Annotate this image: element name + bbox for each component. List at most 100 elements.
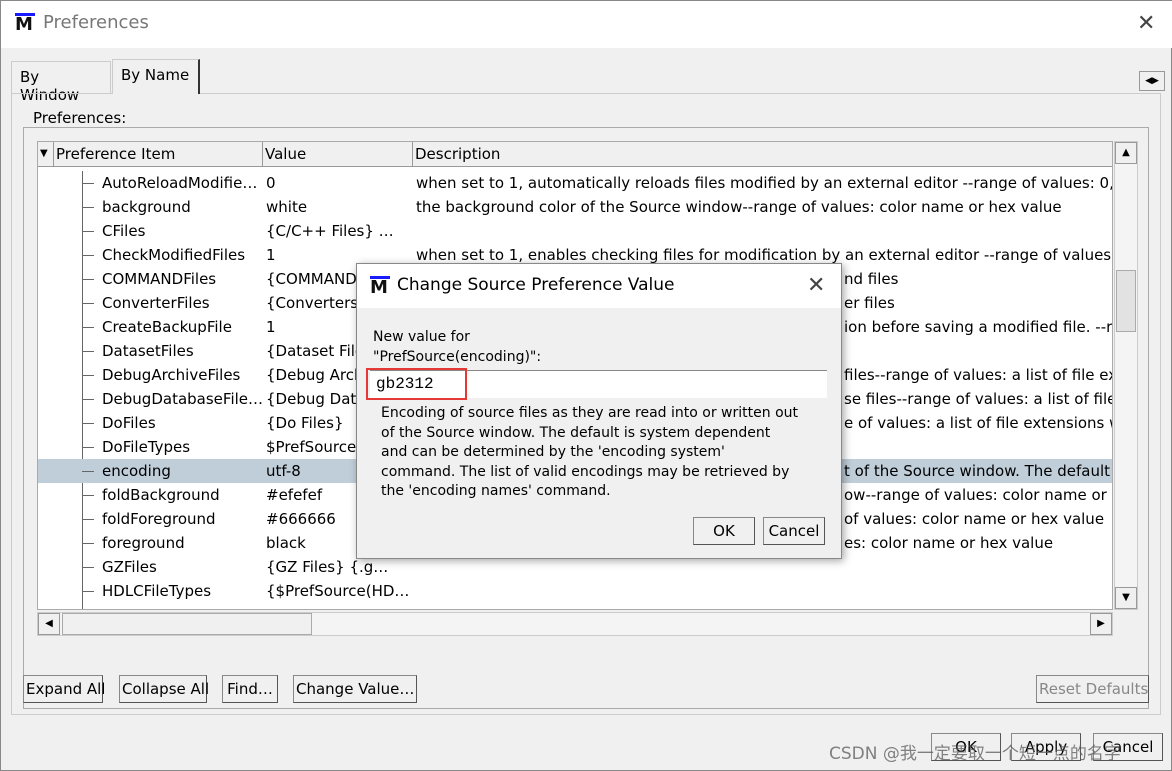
dialog-ok-button[interactable]: OK: [693, 517, 755, 545]
pref-description: when set to 1, automatically reloads fil…: [416, 174, 1113, 192]
pref-item-name: encoding: [102, 462, 171, 480]
pref-item-name: DebugArchiveFiles: [102, 366, 241, 384]
tree-branch: [82, 327, 94, 328]
pref-item-name: DoFiles: [102, 414, 156, 432]
tree-branch: [82, 279, 94, 280]
change-value-button[interactable]: Change Value…: [293, 675, 417, 703]
new-value-label: New value for: [373, 329, 470, 345]
pref-item-name: CFiles: [102, 222, 146, 240]
pref-item-name: foreground: [102, 534, 185, 552]
close-icon[interactable]: ✕: [1137, 11, 1155, 36]
pref-value: {$PrefSource(HD…: [266, 582, 410, 600]
table-row[interactable]: HDLCFileTypes {$PrefSource(HD…: [38, 579, 1112, 603]
pref-value: {Do Files}: [266, 414, 344, 432]
tree-branch: [82, 543, 94, 544]
tree-branch: [82, 255, 94, 256]
pref-value: {Debug Data: [266, 390, 366, 408]
scroll-up-icon[interactable]: ▲: [1115, 142, 1137, 164]
dialog-title: Change Source Preference Value: [397, 275, 675, 295]
collapse-all-button[interactable]: Collapse All: [119, 675, 209, 703]
pref-item-name: HDLCFileTypes: [102, 582, 212, 600]
pref-value: {Dataset File: [266, 342, 365, 360]
pref-item-name: CreateBackupFile: [102, 318, 232, 336]
tree-branch: [82, 423, 94, 424]
pref-value: {Debug Arch: [266, 366, 364, 384]
pref-description: the background color of the Source windo…: [416, 198, 1062, 216]
tab-by-window[interactable]: By Window: [11, 61, 111, 104]
pref-item-name: foldForeground: [102, 510, 216, 528]
pref-value: {COMMAND: [266, 270, 357, 288]
tree-branch: [82, 375, 94, 376]
tree-branch: [82, 399, 94, 400]
dialog-close-icon[interactable]: ✕: [807, 273, 825, 298]
title-bar: M Preferences ✕: [1, 1, 1172, 48]
pref-value: {C/C++ Files} …: [266, 222, 394, 240]
tree-branch: [82, 495, 94, 496]
pref-name-label: "PrefSource(encoding)":: [373, 349, 542, 365]
pref-value: #efefef: [266, 486, 323, 504]
tab-scroll-arrows-icon[interactable]: ◀▶: [1139, 71, 1165, 91]
tree-branch: [82, 567, 94, 568]
pref-item-name: GZFiles: [102, 558, 157, 576]
tree-branch: [82, 207, 94, 208]
dialog-title-bar: M Change Source Preference Value ✕: [357, 264, 841, 308]
tree-branch: [82, 183, 94, 184]
tree-branch: [82, 591, 94, 592]
pref-value: white: [266, 198, 308, 216]
tree-branch: [82, 471, 94, 472]
pref-value: $PrefSource: [266, 438, 357, 456]
reset-defaults-button[interactable]: Reset Defaults: [1036, 675, 1149, 703]
tree-branch: [82, 351, 94, 352]
pref-value: #666666: [266, 510, 336, 528]
pref-description: when set to 1, enables checking files fo…: [416, 246, 1113, 264]
vertical-scrollbar[interactable]: ▲ ▼: [1114, 141, 1138, 610]
pref-description: of values: color name or hex value: [844, 510, 1105, 528]
watermark: CSDN @我一定要取一个短一点的名字: [829, 744, 1121, 764]
vertical-scroll-thumb[interactable]: [1116, 270, 1136, 332]
column-header-item[interactable]: Preference Item: [54, 142, 263, 167]
change-value-dialog: M Change Source Preference Value ✕ New v…: [356, 263, 842, 559]
pref-description: es: color name or hex value: [844, 534, 1054, 552]
window-title: Preferences: [43, 12, 149, 33]
pref-description: nd files: [844, 270, 899, 288]
pref-value: 1: [266, 318, 276, 336]
pref-value: {GZ Files} {.g…: [266, 558, 389, 576]
column-header-value[interactable]: Value: [263, 142, 413, 167]
pref-item-name: ConverterFiles: [102, 294, 210, 312]
highlight-box: [366, 368, 467, 400]
table-row[interactable]: AutoReloadModifie… 0 when set to 1, autom…: [38, 171, 1113, 195]
find-button[interactable]: Find…: [222, 675, 278, 703]
scroll-right-icon[interactable]: ▶: [1090, 613, 1112, 635]
pref-description: se files--range of values: a list of fil…: [844, 390, 1113, 408]
app-logo-icon: M: [15, 13, 37, 35]
expand-all-button[interactable]: Expand All: [23, 675, 105, 703]
pref-value: black: [266, 534, 306, 552]
table-row[interactable]: background white the background color of …: [38, 195, 1112, 219]
tree-branch: [82, 447, 94, 448]
pref-description: er files: [844, 294, 895, 312]
pref-item-name: background: [102, 198, 191, 216]
scroll-left-icon[interactable]: ◀: [38, 613, 60, 635]
tree-branch: [82, 303, 94, 304]
pref-value: 0: [266, 174, 276, 192]
pref-item-name: AutoReloadModifie…: [102, 174, 258, 192]
pref-description: ow--range of values: color name or hex: [844, 486, 1113, 504]
preferences-group-label: Preferences:: [31, 109, 129, 127]
scroll-down-icon[interactable]: ▼: [1115, 587, 1137, 609]
horizontal-scrollbar[interactable]: ◀ ▶: [37, 612, 1113, 636]
pref-description: files--range of values: a list of file e…: [844, 366, 1113, 384]
tab-by-name[interactable]: By Name: [112, 59, 200, 94]
pref-value: {Converters}: [266, 294, 368, 312]
pref-description: e of values: a list of file extensions w…: [844, 414, 1113, 432]
pref-item-name: COMMANDFiles: [102, 270, 217, 288]
dialog-cancel-button[interactable]: Cancel: [763, 517, 825, 545]
horizontal-scroll-thumb[interactable]: [62, 613, 312, 635]
pref-item-name: foldBackground: [102, 486, 220, 504]
table-row[interactable]: CFiles {C/C++ Files} …: [38, 219, 1112, 243]
column-header-description[interactable]: Description: [413, 142, 1112, 167]
tree-branch: [82, 231, 94, 232]
pref-description: t of the Source window. The default is: [844, 462, 1113, 480]
pref-item-name: DebugDatabaseFile…: [102, 390, 264, 408]
sort-triangle-icon[interactable]: ▼: [38, 142, 54, 167]
pref-value: utf-8: [266, 462, 301, 480]
